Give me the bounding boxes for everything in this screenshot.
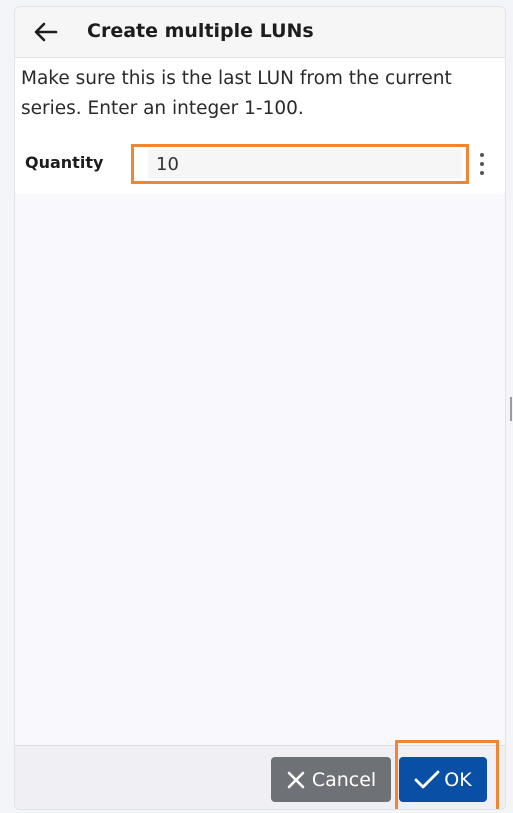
dialog-header: Create multiple LUNs: [15, 7, 505, 58]
resize-handle[interactable]: [510, 397, 512, 421]
ok-label: OK: [444, 768, 472, 791]
create-luns-dialog: Create multiple LUNs Make sure this is t…: [14, 6, 506, 810]
cancel-label: Cancel: [311, 768, 377, 791]
quantity-label: Quantity: [25, 153, 104, 172]
checkmark-icon: [414, 770, 440, 788]
dialog-body: Make sure this is the last LUN from the …: [15, 58, 505, 194]
dialog-title: Create multiple LUNs: [87, 20, 314, 42]
quantity-field-highlight: [131, 144, 469, 184]
quantity-input[interactable]: [148, 149, 462, 179]
cancel-button[interactable]: Cancel: [271, 757, 391, 802]
vertical-ellipsis-icon: [480, 153, 484, 157]
close-icon: [287, 771, 305, 788]
dialog-footer: Cancel OK: [15, 740, 505, 809]
instructions-text: Make sure this is the last LUN from the …: [21, 68, 452, 119]
back-button[interactable]: [31, 19, 61, 45]
more-options-button[interactable]: [473, 153, 491, 175]
ok-button[interactable]: OK: [399, 757, 487, 802]
arrow-left-icon: [34, 22, 58, 42]
